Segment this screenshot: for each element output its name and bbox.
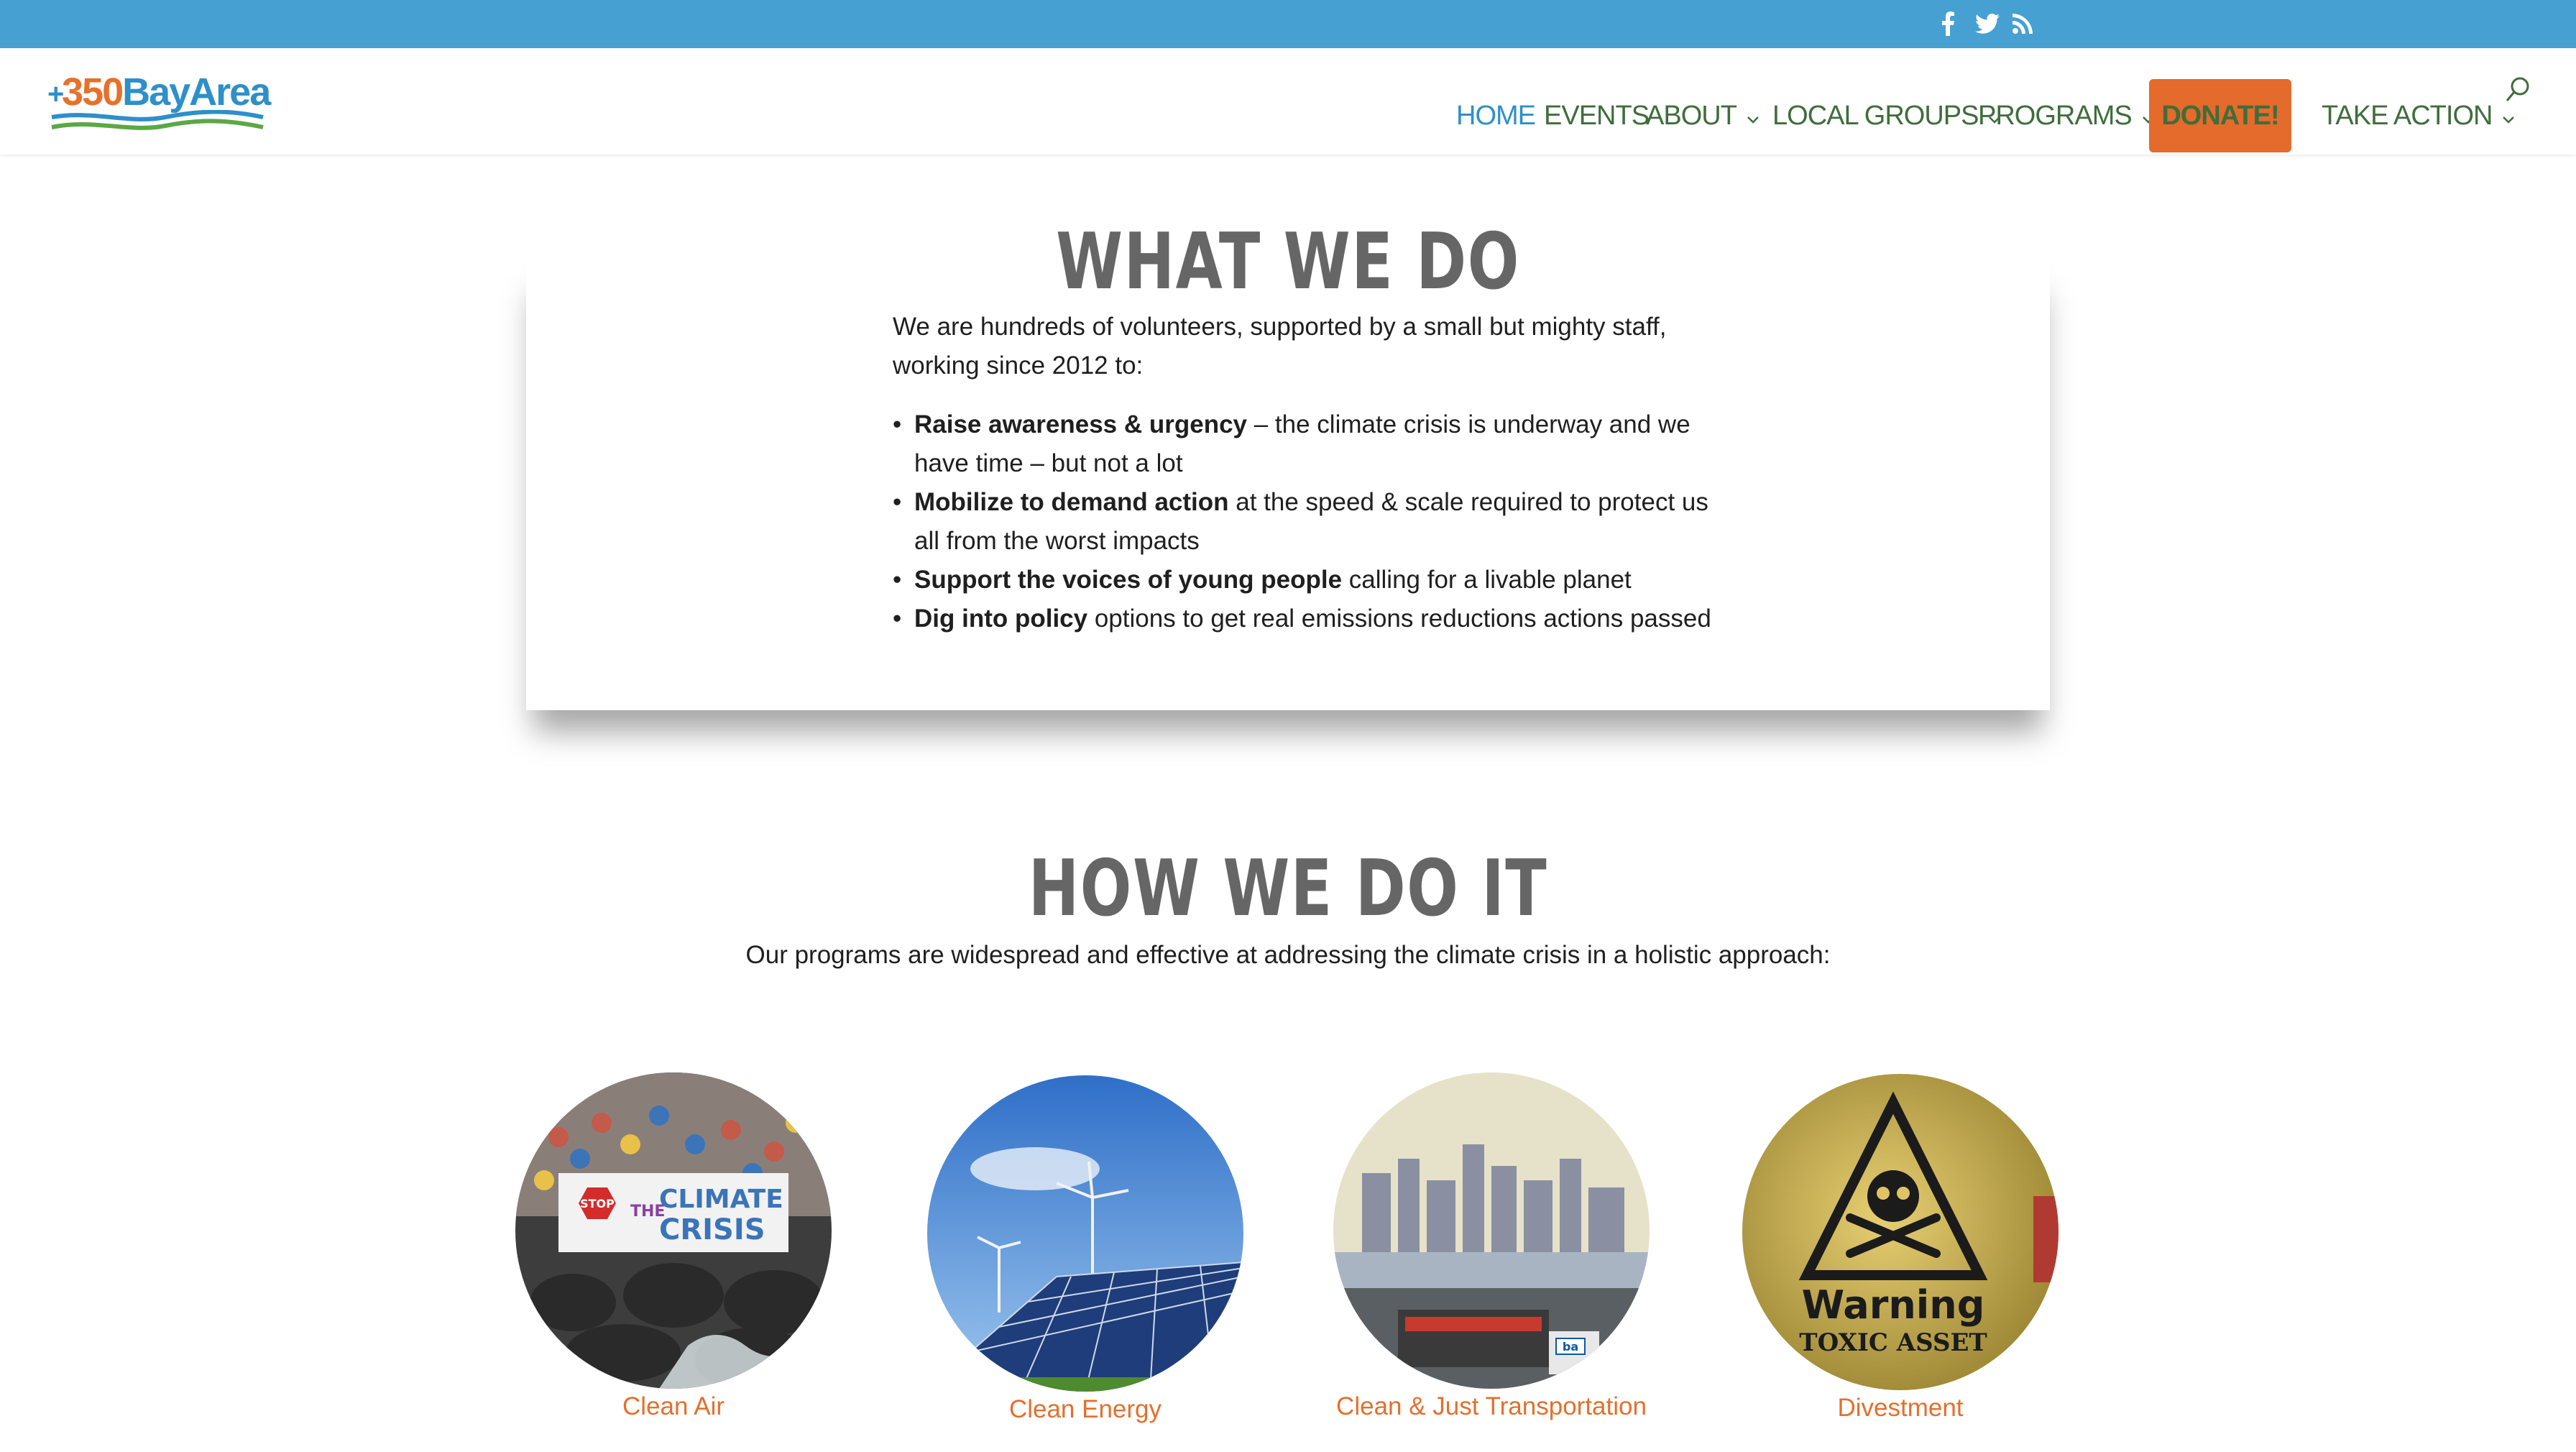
logo-number: 350 [62, 70, 124, 114]
how-we-do-it-subtitle: Our programs are widespread and effectiv… [745, 941, 1831, 969]
social-bar [0, 0, 2576, 48]
nav-home[interactable]: HOME [1456, 94, 1536, 137]
search-icon[interactable] [2504, 75, 2533, 107]
nav-about-label: ABOUT [1646, 100, 1737, 131]
rss-icon[interactable] [2012, 7, 2033, 40]
nav-local-groups[interactable]: LOCAL GROUPS [1772, 94, 2001, 137]
twitter-icon[interactable] [1975, 7, 2000, 40]
site-logo[interactable]: + 350BayArea [47, 70, 271, 139]
program-clean-energy[interactable]: Clean Energy [927, 1075, 1243, 1428]
program-clean-just-transportation[interactable]: ba Clean & Just Transportation [1333, 1072, 1650, 1425]
clean-air-image[interactable]: STOP THE CLIMATE CRISIS [515, 1072, 832, 1389]
what-we-do-list: Raise awareness & urgency – the climate … [893, 405, 1712, 638]
svg-text:STOP: STOP [580, 1197, 615, 1210]
svg-text:CLIMATE: CLIMATE [659, 1185, 783, 1214]
bullet-text: options to get real emissions reductions… [1087, 605, 1711, 633]
svg-text:TOXIC ASSET: TOXIC ASSET [1799, 1328, 1987, 1357]
nav-programs-label: PROGRAMS [1978, 100, 2133, 131]
list-item: Support the voices of young people calli… [893, 561, 1712, 599]
bullet-bold: Support the voices of young people [914, 566, 1343, 594]
nav-events[interactable]: EVENTS [1544, 94, 1650, 137]
program-clean-air[interactable]: STOP THE CLIMATE CRISIS Clean Air [515, 1072, 832, 1425]
clean-energy-image[interactable] [927, 1075, 1243, 1392]
list-item: Raise awareness & urgency – the climate … [893, 405, 1712, 483]
nav-programs[interactable]: PROGRAMS [1978, 94, 2155, 137]
how-we-do-it-title: HOW WE DO IT [1028, 844, 1548, 934]
donate-label: DONATE! [2161, 100, 2279, 131]
nav-home-label: HOME [1456, 100, 1536, 131]
bullet-bold: Dig into policy [914, 605, 1088, 633]
program-label[interactable]: Clean & Just Transportation [1333, 1389, 1650, 1425]
program-label[interactable]: Clean Energy [927, 1392, 1243, 1428]
bullet-bold: Raise awareness & urgency [914, 410, 1248, 438]
svg-text:Warning: Warning [1802, 1282, 1985, 1328]
nav-local-groups-label: LOCAL GROUPS [1772, 100, 1979, 131]
program-label[interactable]: Divestment [1742, 1390, 2058, 1426]
facebook-icon[interactable] [1941, 7, 1955, 40]
what-we-do-intro: We are hundreds of volunteers, supported… [893, 313, 1667, 380]
what-we-do-title: WHAT WE DO [1056, 217, 1520, 307]
divestment-image[interactable]: Warning TOXIC ASSET [1742, 1074, 2058, 1390]
logo-name: BayArea [122, 70, 271, 114]
program-divestment[interactable]: Warning TOXIC ASSET Divestment [1742, 1074, 2058, 1426]
list-item: Dig into policy options to get real emis… [893, 599, 1712, 638]
logo-waves-icon [51, 110, 264, 130]
nav-take-action-label: TAKE ACTION [2322, 100, 2493, 131]
svg-text:ba: ba [1563, 1340, 1578, 1354]
nav-events-label: EVENTS [1544, 100, 1650, 131]
bullet-bold: Mobilize to demand action [914, 488, 1229, 516]
logo-text: 350BayArea [62, 70, 271, 114]
list-item: Mobilize to demand action at the speed &… [893, 483, 1712, 561]
program-label[interactable]: Clean Air [515, 1389, 832, 1425]
nav-about[interactable]: ABOUT [1646, 94, 1760, 137]
chevron-down-icon [1747, 101, 1760, 132]
donate-button[interactable]: DONATE! [2149, 79, 2291, 152]
nav-take-action[interactable]: TAKE ACTION [2322, 94, 2515, 137]
bullet-text: calling for a livable planet [1342, 566, 1632, 594]
svg-text:CRISIS: CRISIS [659, 1213, 765, 1246]
transportation-image[interactable]: ba [1333, 1072, 1650, 1389]
